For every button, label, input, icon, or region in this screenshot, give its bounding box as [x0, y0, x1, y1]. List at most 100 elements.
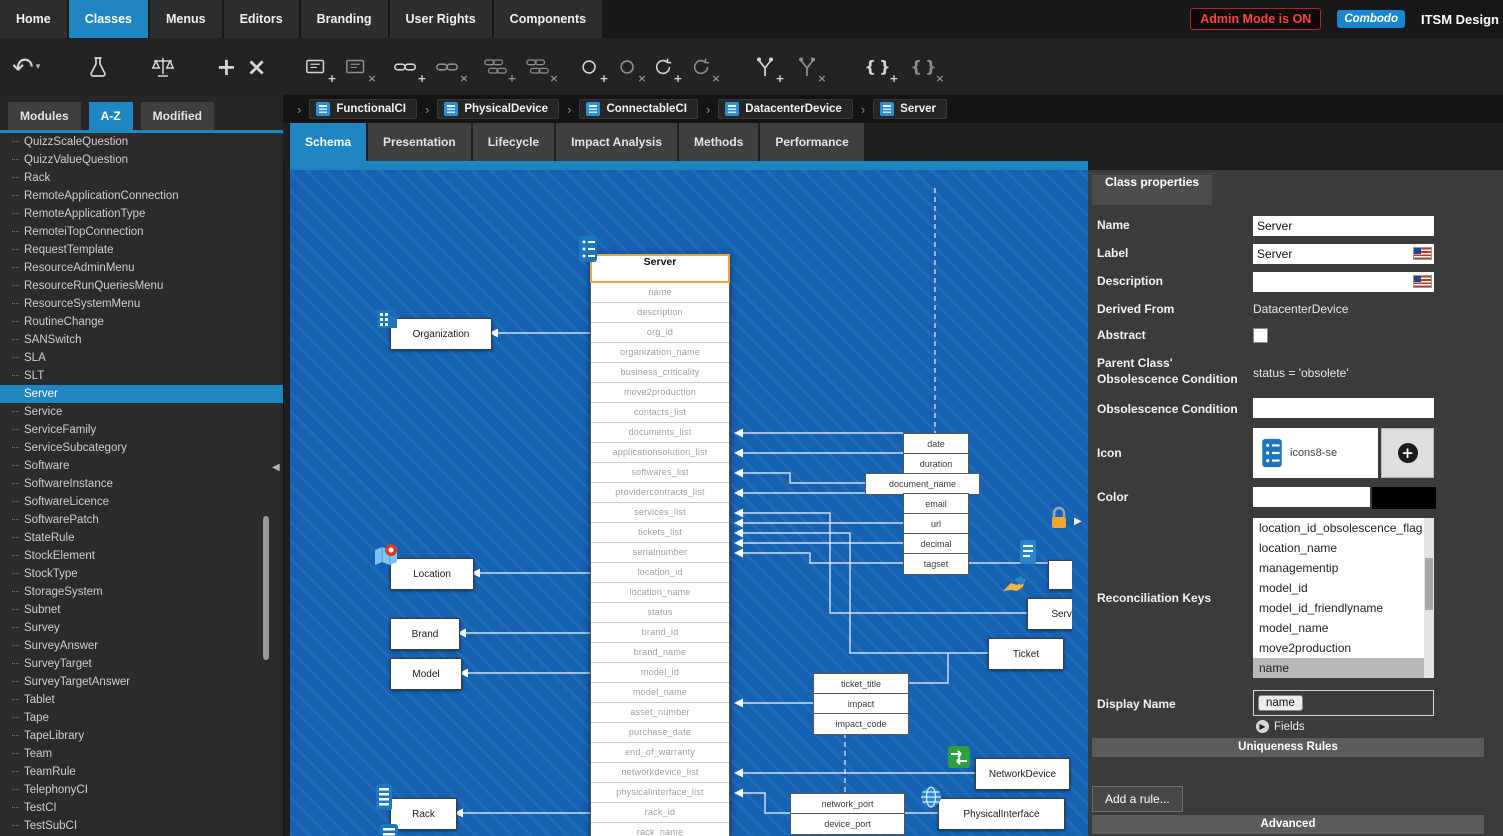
class-field[interactable]: rack_id: [591, 803, 729, 823]
class-list-item[interactable]: QuizzScaleQuestion: [0, 133, 283, 151]
networkdevice-class-box[interactable]: NetworkDevice: [975, 758, 1070, 790]
sidebar-scrollbar-thumb[interactable]: [263, 516, 269, 660]
attribute-box[interactable]: duration: [903, 453, 969, 475]
class-field[interactable]: softwares_list: [591, 463, 729, 483]
admin-mode-badge[interactable]: Admin Mode is ON: [1190, 8, 1321, 30]
icon-upload-button[interactable]: +: [1381, 428, 1434, 478]
abstract-checkbox[interactable]: [1253, 328, 1268, 343]
attribute-box[interactable]: tagset: [903, 553, 969, 575]
top-menu-item[interactable]: Components: [494, 0, 602, 38]
class-list-item[interactable]: RemoteApplicationConnection: [0, 187, 283, 205]
class-list-item[interactable]: SLT: [0, 367, 283, 385]
sidebar-tab[interactable]: Modified: [141, 102, 214, 130]
class-list-item[interactable]: TestSubCI: [0, 817, 283, 835]
class-list-item[interactable]: RemoteiTopConnection: [0, 223, 283, 241]
add-relation-button[interactable]: +: [753, 46, 777, 88]
display-name-tag[interactable]: name: [1258, 695, 1303, 711]
class-list-item[interactable]: Rack: [0, 169, 283, 187]
breadcrumb-item[interactable]: FunctionalCI: [309, 99, 417, 119]
top-menu-item[interactable]: Home: [0, 0, 67, 38]
add-field-button[interactable]: +: [305, 46, 329, 88]
reconciliation-key-item[interactable]: model_name: [1253, 618, 1434, 638]
delete-enum-button[interactable]: ×: [617, 46, 639, 88]
breadcrumb-item[interactable]: DatacenterDevice: [718, 99, 853, 119]
schema-tab[interactable]: Performance: [760, 123, 863, 161]
attribute-box[interactable]: impact: [813, 693, 909, 715]
class-list-item[interactable]: ResourceSystemMenu: [0, 295, 283, 313]
attribute-box[interactable]: impact_code: [813, 713, 909, 735]
combodo-logo[interactable]: Combodo: [1337, 10, 1405, 28]
class-field[interactable]: end_of_warranty: [591, 743, 729, 763]
attribute-box[interactable]: decimal: [903, 533, 969, 555]
model-class-box[interactable]: Model: [390, 658, 462, 690]
class-list-item[interactable]: RequestTemplate: [0, 241, 283, 259]
add-hierarchical-key-button[interactable]: +: [653, 46, 675, 88]
top-menu-item[interactable]: Branding: [301, 0, 388, 38]
reconciliation-key-item[interactable]: location_id_obsolescence_flag: [1253, 518, 1434, 538]
class-field[interactable]: purchase_date: [591, 723, 729, 743]
schema-tab[interactable]: Impact Analysis: [556, 123, 677, 161]
reconciliation-key-item[interactable]: name: [1253, 658, 1434, 678]
schema-tab[interactable]: Lifecycle: [473, 123, 554, 161]
attribute-box[interactable]: device_port: [790, 813, 905, 835]
add-rule-button[interactable]: Add a rule...: [1092, 786, 1183, 812]
schema-canvas[interactable]: Server name description org_id organizat…: [290, 170, 1088, 836]
class-field[interactable]: location_id: [591, 563, 729, 583]
class-field[interactable]: description: [591, 303, 729, 323]
class-field[interactable]: networkdevice_list: [591, 763, 729, 783]
delete-method-button[interactable]: { } ×: [911, 46, 937, 88]
schema-tab[interactable]: Presentation: [368, 123, 471, 161]
organization-class-box[interactable]: Organization: [390, 318, 492, 350]
breadcrumb-item[interactable]: Server: [873, 99, 947, 119]
reconciliation-key-item[interactable]: model_id: [1253, 578, 1434, 598]
delete-foreign-key-button[interactable]: ×: [435, 46, 461, 88]
sidebar-tab[interactable]: A-Z: [89, 102, 133, 130]
display-name-box[interactable]: name: [1253, 690, 1434, 716]
class-field[interactable]: services_list: [591, 503, 729, 523]
add-foreign-key-button[interactable]: +: [393, 46, 419, 88]
class-list-item[interactable]: RemoteApplicationType: [0, 205, 283, 223]
top-menu-item[interactable]: Classes: [69, 0, 148, 38]
server-class-box[interactable]: Server name description org_id organizat…: [590, 254, 730, 836]
reconciliation-key-item[interactable]: move2production: [1253, 638, 1434, 658]
obsolescence-input[interactable]: [1253, 398, 1434, 418]
class-list-item[interactable]: ServiceSubcategory: [0, 439, 283, 457]
reconciliation-key-item[interactable]: managementip: [1253, 558, 1434, 578]
uniqueness-rules-header[interactable]: Uniqueness Rules: [1092, 738, 1484, 757]
class-field[interactable]: name: [591, 283, 729, 303]
advanced-header[interactable]: Advanced: [1092, 815, 1484, 834]
reconciliation-key-item[interactable]: model_id_friendlyname: [1253, 598, 1434, 618]
panel-collapse-arrow-icon[interactable]: ▶: [1074, 516, 1082, 527]
class-field[interactable]: organization_name: [591, 343, 729, 363]
compare-button[interactable]: [150, 46, 176, 88]
attribute-box[interactable]: document_name: [865, 473, 980, 495]
undo-button[interactable]: ↶ ▾: [12, 46, 40, 88]
service-class-box[interactable]: Service: [1027, 598, 1072, 630]
partial-class-box[interactable]: P: [1048, 560, 1072, 590]
class-field[interactable]: asset_number: [591, 703, 729, 723]
ticket-class-box[interactable]: Ticket: [988, 638, 1064, 670]
add-link-class-button[interactable]: +: [483, 46, 509, 88]
add-enum-button[interactable]: +: [579, 46, 601, 88]
class-field[interactable]: applicationsolution_list: [591, 443, 729, 463]
attribute-box[interactable]: url: [903, 513, 969, 535]
class-list-item[interactable]: StockElement: [0, 547, 283, 565]
delete-link-class-button[interactable]: ×: [525, 46, 551, 88]
class-list-item[interactable]: Subnet: [0, 601, 283, 619]
delete-hierarchical-key-button[interactable]: ×: [691, 46, 713, 88]
class-list-item[interactable]: SANSwitch: [0, 331, 283, 349]
breadcrumb-item[interactable]: PhysicalDevice: [437, 99, 559, 119]
color-input[interactable]: [1253, 487, 1370, 507]
sidebar-tab[interactable]: Modules: [8, 102, 81, 130]
delete-field-button[interactable]: ×: [345, 46, 369, 88]
class-field[interactable]: status: [591, 603, 729, 623]
attribute-box[interactable]: ticket_title: [813, 673, 909, 695]
attribute-box[interactable]: network_port: [790, 793, 905, 815]
language-flag-icon[interactable]: [1414, 276, 1431, 287]
class-field[interactable]: brand_name: [591, 643, 729, 663]
class-list-item[interactable]: TeamRule: [0, 763, 283, 781]
server-class-header[interactable]: Server: [590, 254, 730, 283]
class-list-item[interactable]: ResourceAdminMenu: [0, 259, 283, 277]
location-class-box[interactable]: Location: [390, 558, 474, 590]
class-list-item[interactable]: TestCI: [0, 799, 283, 817]
